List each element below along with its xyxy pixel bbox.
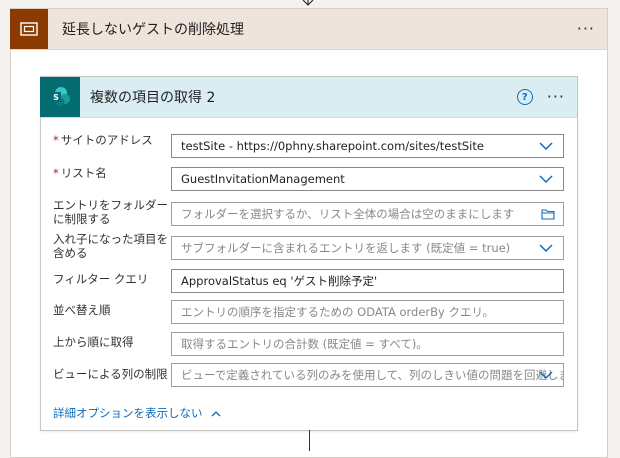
- field-value: ApprovalStatus eq 'ゲスト削除予定': [181, 274, 378, 288]
- chevron-up-icon: [211, 410, 220, 416]
- connector-arrow-icon: [302, 0, 314, 6]
- field-value: GuestInvitationManagement: [181, 172, 345, 186]
- scope-title: 延長しないゲストの削除処理: [62, 22, 244, 38]
- list-name-dropdown[interactable]: GuestInvitationManagement: [171, 167, 564, 191]
- field-label: 上から順に取得: [53, 335, 134, 349]
- required-marker: *: [53, 133, 59, 147]
- field-label: ビューによる列の制限: [53, 367, 168, 381]
- field-label: * サイトのアドレス: [53, 133, 153, 147]
- action-card: S 複数の項目の取得 2 ? ··· * サイトのアドレス testSite - …: [40, 76, 578, 431]
- svg-text:S: S: [53, 93, 59, 102]
- order-by-input[interactable]: エントリの順序を指定するための ODATA orderBy クエリ。: [171, 300, 564, 324]
- connector-line: [309, 430, 310, 451]
- filter-query-input[interactable]: ApprovalStatus eq 'ゲスト削除予定': [171, 269, 564, 293]
- field-label: エントリをフォルダーに制限する: [53, 198, 168, 226]
- folder-icon[interactable]: [541, 208, 555, 220]
- chevron-down-icon: [539, 244, 553, 253]
- chevron-down-icon: [539, 142, 553, 151]
- field-placeholder: フォルダーを選択するか、リスト全体の場合は空のままにします: [181, 207, 515, 221]
- scope-header[interactable]: 延長しないゲストの削除処理 ···: [10, 9, 607, 50]
- scope-icon: [10, 9, 48, 49]
- field-label: * リスト名: [53, 166, 107, 180]
- card-more-options-icon[interactable]: ···: [547, 89, 565, 105]
- scope-more-options-icon[interactable]: ···: [577, 21, 595, 37]
- field-value: testSite - https://0phny.sharepoint.com/…: [181, 139, 484, 153]
- top-count-input[interactable]: 取得するエントリの合計数 (既定値 = すべて)。: [171, 332, 564, 356]
- limit-columns-dropdown[interactable]: ビューで定義されている列のみを使用して、列のしきい値の問題を回避します: [171, 363, 564, 387]
- field-placeholder: 取得するエントリの合計数 (既定値 = すべて)。: [181, 337, 428, 351]
- sharepoint-icon: S: [40, 77, 80, 117]
- chevron-down-icon: [539, 175, 553, 184]
- scope-container: 延長しないゲストの削除処理 ··· S 複数の項目の取得 2 ? ··· * サイ…: [10, 8, 608, 458]
- chevron-down-icon: [539, 371, 553, 380]
- help-icon[interactable]: ?: [516, 89, 533, 105]
- field-placeholder: ビューで定義されている列のみを使用して、列のしきい値の問題を回避します: [181, 368, 564, 382]
- limit-folder-input[interactable]: フォルダーを選択するか、リスト全体の場合は空のままにします: [171, 202, 564, 226]
- field-placeholder: サブフォルダーに含まれるエントリを返します (既定値 = true): [181, 241, 511, 255]
- card-title: 複数の項目の取得 2: [90, 90, 216, 106]
- field-label: フィルター クエリ: [53, 272, 149, 286]
- field-label: 入れ子になった項目を含める: [53, 232, 168, 260]
- field-placeholder: エントリの順序を指定するための ODATA orderBy クエリ。: [181, 305, 495, 319]
- field-label: 並べ替え順: [53, 303, 111, 317]
- required-marker: *: [53, 166, 59, 180]
- include-nested-dropdown[interactable]: サブフォルダーに含まれるエントリを返します (既定値 = true): [171, 236, 564, 260]
- card-header[interactable]: S 複数の項目の取得 2 ? ···: [40, 77, 577, 118]
- site-address-dropdown[interactable]: testSite - https://0phny.sharepoint.com/…: [171, 134, 564, 158]
- hide-advanced-options-link[interactable]: 詳細オプションを表示しない: [53, 405, 221, 421]
- advanced-toggle-label: 詳細オプションを表示しない: [53, 406, 203, 420]
